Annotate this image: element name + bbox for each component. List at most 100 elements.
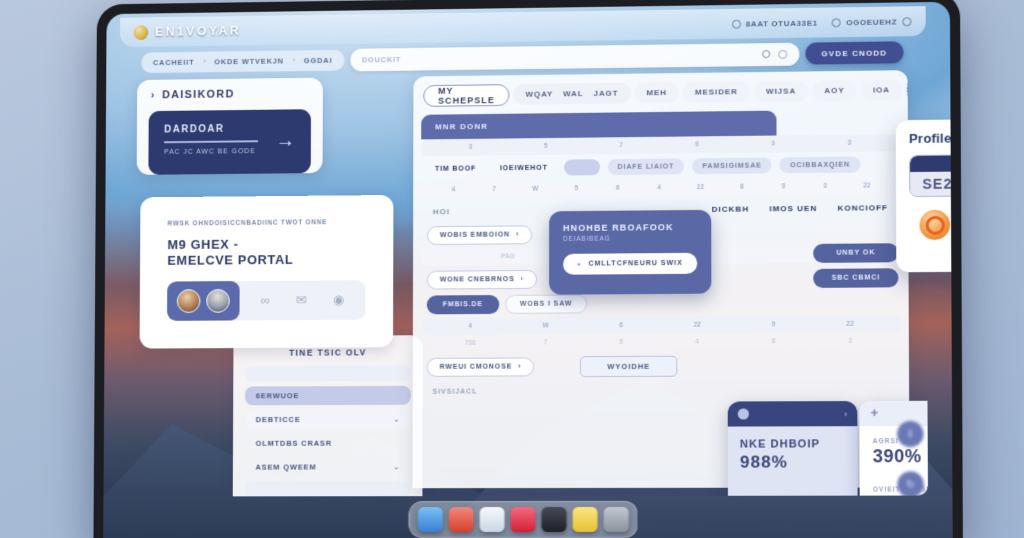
- chevron-right-icon[interactable]: ›: [151, 90, 155, 102]
- widget-a-value: 988%: [739, 452, 789, 472]
- footer-label: SIVSIJACL: [432, 388, 478, 396]
- launchpad-icon[interactable]: [448, 507, 474, 533]
- breadcrumb-item-2[interactable]: GGDAI: [304, 55, 333, 64]
- tab-wqay[interactable]: WQAY: [526, 90, 554, 99]
- infinity-icon[interactable]: ∞: [261, 293, 270, 308]
- time-panel-item[interactable]: DEBTICCE ⌄: [244, 409, 411, 430]
- search-input[interactable]: DOUCKIT: [350, 42, 800, 71]
- tab-my-schedule[interactable]: MY SCHEPSLE: [423, 83, 510, 107]
- tab-wijsa[interactable]: WIJSA: [753, 80, 809, 102]
- settings-icon[interactable]: [603, 506, 629, 532]
- expand-button-c[interactable]: RWEUI CMONOSE ›: [426, 356, 535, 377]
- widget-a-body: NKE DHBOIP 988%: [728, 426, 858, 473]
- expand-button-b[interactable]: WONE CNEBRNOS ›: [426, 269, 537, 290]
- table-cell: 788: [464, 339, 476, 347]
- expand-button-b-label: WONE CNEBRNOS: [439, 275, 515, 284]
- primary-cta-button[interactable]: GVDE CNODD: [805, 41, 904, 65]
- portal-glyph-row: ∞ ✉ ◉: [240, 291, 366, 308]
- account-icon: [902, 16, 912, 26]
- breadcrumb-item-0[interactable]: CACHEIIT: [153, 57, 195, 66]
- tab-ioa[interactable]: IOA: [860, 79, 903, 101]
- finder-icon[interactable]: [417, 507, 443, 533]
- time-panel-item-label: DEBTICCE: [255, 415, 301, 425]
- chevron-down-icon: ⌄: [393, 414, 400, 424]
- chevron-right-icon[interactable]: ›: [844, 409, 847, 419]
- table-cell: 4: [451, 186, 456, 194]
- hero-divider: [164, 140, 259, 144]
- side-round-button-2[interactable]: ↻: [897, 471, 924, 497]
- macos-dock: [408, 500, 638, 538]
- row-label: DICKBH: [711, 204, 750, 214]
- chip-blank[interactable]: [563, 159, 600, 176]
- notes-icon[interactable]: [572, 506, 598, 532]
- time-panel-title: TINE TSIC OLV: [289, 347, 367, 358]
- dashboard-hero-banner[interactable]: DARDOAR PAC JC AWC BE GODE →: [148, 109, 311, 175]
- profile-card: Profile × SE27 OLIH GFAI S309%: [895, 118, 953, 273]
- table-row: 4 7 W 5 6 4 22 8 9 3 22: [421, 177, 901, 199]
- dot-icon: •: [577, 259, 582, 270]
- portal-selected-avatars[interactable]: [167, 280, 240, 321]
- table-cell: 7: [543, 339, 548, 347]
- table-cell: 3: [848, 337, 852, 345]
- table-cell: 3: [468, 143, 473, 151]
- time-panel-item-selected[interactable]: 6ERWUOE: [244, 385, 411, 406]
- secondary-action-button[interactable]: WOBS I SAW: [504, 293, 588, 314]
- right-pill-stack: UNBY OK SBC CBMCI: [813, 243, 899, 288]
- chip-label[interactable]: TIM BOOF: [427, 160, 484, 176]
- time-panel-skeleton-top: [245, 364, 411, 382]
- right-pill-1[interactable]: SBC CBMCI: [813, 268, 899, 288]
- chip-label[interactable]: DIAFE LIAIOT: [607, 158, 685, 176]
- safari-icon[interactable]: [479, 507, 505, 533]
- right-pill-0[interactable]: UNBY OK: [813, 243, 899, 263]
- expand-button-a[interactable]: WOBIS EMBOION ›: [426, 224, 533, 245]
- time-panel-item-label: 6ERWUOE: [255, 391, 300, 401]
- side-round-button-1[interactable]: ⇩: [897, 420, 924, 448]
- chevron-right-icon: ›: [518, 362, 522, 370]
- portal-avatar-row: ∞ ✉ ◉: [167, 279, 366, 321]
- laptop-screen: EN1VOYAR 8AAT OTUA33E1 OGOEUEHZ CACHEIIT…: [103, 1, 953, 538]
- avatar: [176, 288, 201, 313]
- menu-icon[interactable]: [906, 78, 910, 102]
- tab-wal[interactable]: WAL: [563, 89, 583, 98]
- tooltip-button-label: CMLLTCFNEURU SWIX: [588, 259, 683, 268]
- tab-group: WQAY WAL JAGT: [513, 82, 631, 105]
- section-header-label: MNR DONR: [435, 121, 489, 132]
- chevron-down-icon: ⌄: [393, 462, 400, 472]
- topbar-action-2[interactable]: OGOEUEHZ: [831, 16, 912, 27]
- terminal-icon[interactable]: [541, 506, 567, 532]
- circle-icon[interactable]: [778, 49, 788, 59]
- lifebuoy-icon[interactable]: [919, 209, 951, 241]
- tab-aoy[interactable]: AOY: [812, 79, 857, 102]
- row-label: HOI: [432, 206, 451, 216]
- user-circle-icon[interactable]: ◉: [333, 292, 344, 308]
- metric-widget-a: › NKE DHBOIP 988% ▦ BUECIOMS •-▸: [727, 401, 858, 497]
- breadcrumb-item-1[interactable]: OKDE WTVEKJN: [214, 56, 284, 66]
- tooltip-button[interactable]: • CMLLTCFNEURU SWIX: [563, 252, 698, 275]
- tab-mesider[interactable]: MESIDER: [682, 81, 750, 103]
- chip-label[interactable]: OCIBBAXQIEN: [779, 156, 861, 174]
- envelope-icon[interactable]: ✉: [296, 292, 307, 308]
- chip-label[interactable]: IOEIWEHOT: [492, 160, 556, 176]
- table-cell: 22: [846, 320, 854, 328]
- table-cell: 5: [619, 339, 624, 347]
- action-row-3: FMBIS.DE WOBS I SAW: [421, 290, 901, 315]
- plus-icon[interactable]: ✚: [871, 408, 879, 419]
- time-panel-item[interactable]: OLMTDBS CRASR: [245, 434, 411, 453]
- dashboard-card-header: › DAISIKORD: [137, 78, 323, 108]
- chip-label[interactable]: PAMSIGIMSAE: [692, 157, 772, 175]
- tab-jagt[interactable]: JAGT: [594, 89, 619, 98]
- topbar-action-1[interactable]: 8AAT OTUA33E1: [731, 18, 818, 29]
- table-cell: 5: [543, 142, 548, 150]
- time-panel-item[interactable]: ASEM QWEEM ⌄: [245, 457, 411, 476]
- eye-icon[interactable]: [761, 50, 770, 59]
- expand-button-c-label: RWEUI CMONOSE: [439, 363, 513, 371]
- row-label: IMOS UEN: [769, 203, 818, 213]
- portal-title: M9 GHEX - EMELCVE PORTAL: [167, 236, 365, 270]
- primary-action-button[interactable]: FMBIS.DE: [426, 294, 499, 314]
- topbar-action-1-label: 8AAT OTUA33E1: [745, 18, 818, 29]
- music-icon[interactable]: [510, 507, 536, 533]
- globe-icon: [731, 19, 741, 29]
- dashboard-card-title: DAISIKORD: [162, 88, 235, 102]
- boxed-action-button[interactable]: WYOIDHE: [580, 355, 678, 377]
- tab-meh[interactable]: MEH: [634, 82, 679, 104]
